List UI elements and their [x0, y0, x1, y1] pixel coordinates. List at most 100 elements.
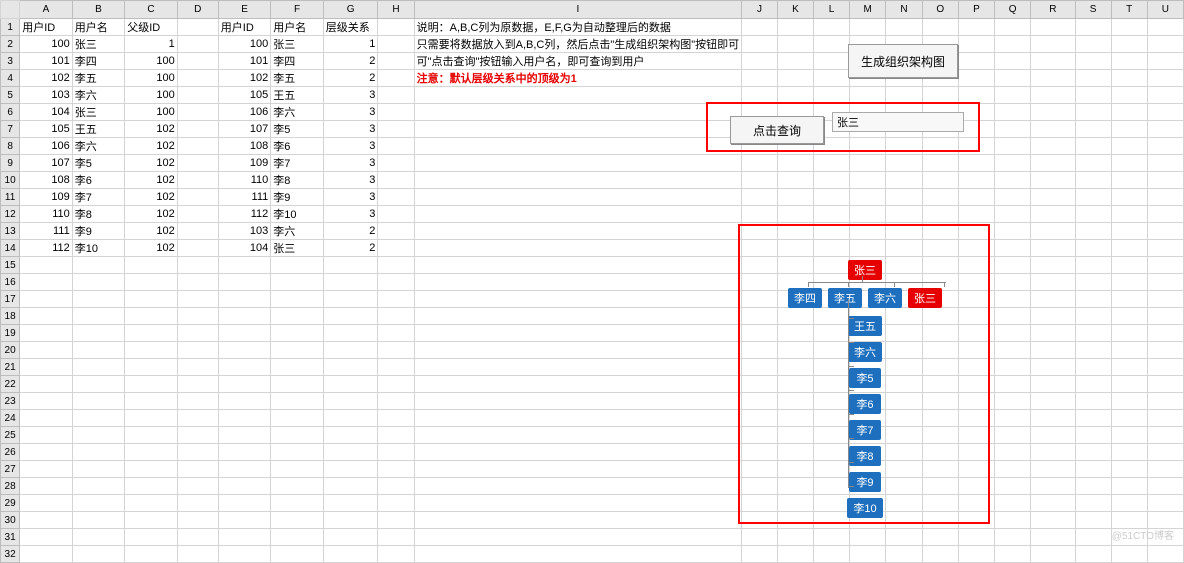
row-header-2[interactable]: 2 — [1, 36, 20, 53]
cell-T22[interactable] — [1111, 376, 1147, 393]
cell-I5[interactable] — [414, 87, 742, 104]
cell-S21[interactable] — [1075, 359, 1111, 376]
cell-I26[interactable] — [414, 444, 742, 461]
cell-J9[interactable] — [742, 155, 778, 172]
cell-S27[interactable] — [1075, 461, 1111, 478]
cell-E31[interactable] — [218, 529, 271, 546]
cell-O9[interactable] — [922, 155, 958, 172]
cell-D21[interactable] — [177, 359, 218, 376]
column-header-K[interactable]: K — [777, 1, 813, 19]
cell-N5[interactable] — [886, 87, 922, 104]
cell-P32[interactable] — [958, 546, 994, 563]
cell-D10[interactable] — [177, 172, 218, 189]
org-node-李四[interactable]: 李四 — [788, 288, 822, 308]
cell-G30[interactable] — [323, 512, 378, 529]
cell-J13[interactable] — [742, 223, 778, 240]
cell-T14[interactable] — [1111, 240, 1147, 257]
org-node-李8[interactable]: 李8 — [849, 446, 881, 466]
cell-F3[interactable]: 李四 — [271, 53, 324, 70]
cell-G10[interactable]: 3 — [323, 172, 378, 189]
cell-T6[interactable] — [1111, 104, 1147, 121]
cell-D5[interactable] — [177, 87, 218, 104]
cell-J3[interactable] — [742, 53, 778, 70]
org-node-张三[interactable]: 张三 — [908, 288, 942, 308]
cell-C11[interactable]: 102 — [125, 189, 178, 206]
cell-Q16[interactable] — [994, 274, 1030, 291]
cell-J12[interactable] — [742, 206, 778, 223]
column-header-J[interactable]: J — [742, 1, 778, 19]
cell-U9[interactable] — [1147, 155, 1183, 172]
cell-C22[interactable] — [125, 376, 178, 393]
cell-A8[interactable]: 106 — [20, 138, 73, 155]
row-header-7[interactable]: 7 — [1, 121, 20, 138]
org-node-李5[interactable]: 李5 — [849, 368, 881, 388]
cell-E5[interactable]: 105 — [218, 87, 271, 104]
cell-K12[interactable] — [777, 206, 813, 223]
cell-L5[interactable] — [814, 87, 850, 104]
cell-F14[interactable]: 张三 — [271, 240, 324, 257]
cell-F11[interactable]: 李9 — [271, 189, 324, 206]
cell-H20[interactable] — [378, 342, 414, 359]
cell-C12[interactable]: 102 — [125, 206, 178, 223]
cell-I8[interactable] — [414, 138, 742, 155]
cell-S1[interactable] — [1075, 19, 1111, 36]
cell-I11[interactable] — [414, 189, 742, 206]
cell-L12[interactable] — [814, 206, 850, 223]
cell-B31[interactable] — [72, 529, 125, 546]
cell-H2[interactable] — [378, 36, 414, 53]
cell-B13[interactable]: 李9 — [72, 223, 125, 240]
cell-P14[interactable] — [958, 240, 994, 257]
cell-B28[interactable] — [72, 478, 125, 495]
cell-C26[interactable] — [125, 444, 178, 461]
cell-F32[interactable] — [271, 546, 324, 563]
cell-Q19[interactable] — [994, 325, 1030, 342]
cell-U25[interactable] — [1147, 427, 1183, 444]
cell-H21[interactable] — [378, 359, 414, 376]
row-header-3[interactable]: 3 — [1, 53, 20, 70]
cell-H19[interactable] — [378, 325, 414, 342]
column-header-R[interactable]: R — [1031, 1, 1075, 19]
row-header-32[interactable]: 32 — [1, 546, 20, 563]
cell-G9[interactable]: 3 — [323, 155, 378, 172]
cell-A22[interactable] — [20, 376, 73, 393]
cell-A21[interactable] — [20, 359, 73, 376]
cell-B8[interactable]: 李六 — [72, 138, 125, 155]
column-header-A[interactable]: A — [20, 1, 73, 19]
cell-N11[interactable] — [886, 189, 922, 206]
cell-D1[interactable] — [177, 19, 218, 36]
cell-T26[interactable] — [1111, 444, 1147, 461]
cell-B27[interactable] — [72, 461, 125, 478]
org-node-李六[interactable]: 李六 — [868, 288, 902, 308]
cell-J14[interactable] — [742, 240, 778, 257]
cell-F2[interactable]: 张三 — [271, 36, 324, 53]
cell-I16[interactable] — [414, 274, 742, 291]
cell-M14[interactable] — [849, 240, 885, 257]
cell-B32[interactable] — [72, 546, 125, 563]
cell-U20[interactable] — [1147, 342, 1183, 359]
cell-F29[interactable] — [271, 495, 324, 512]
cell-U32[interactable] — [1147, 546, 1183, 563]
cell-J11[interactable] — [742, 189, 778, 206]
cell-Q21[interactable] — [994, 359, 1030, 376]
cell-A6[interactable]: 104 — [20, 104, 73, 121]
cell-A19[interactable] — [20, 325, 73, 342]
org-node-李9[interactable]: 李9 — [849, 472, 881, 492]
cell-C19[interactable] — [125, 325, 178, 342]
column-header-T[interactable]: T — [1111, 1, 1147, 19]
cell-I1[interactable]: 说明：A,B,C列为原数据，E,F,G为自动整理后的数据 — [414, 19, 742, 36]
cell-U2[interactable] — [1147, 36, 1183, 53]
cell-U13[interactable] — [1147, 223, 1183, 240]
cell-I32[interactable] — [414, 546, 742, 563]
cell-I22[interactable] — [414, 376, 742, 393]
column-header-P[interactable]: P — [958, 1, 994, 19]
column-header-H[interactable]: H — [378, 1, 414, 19]
cell-T5[interactable] — [1111, 87, 1147, 104]
cell-S25[interactable] — [1075, 427, 1111, 444]
cell-A12[interactable]: 110 — [20, 206, 73, 223]
cell-E25[interactable] — [218, 427, 271, 444]
cell-G25[interactable] — [323, 427, 378, 444]
cell-C8[interactable]: 102 — [125, 138, 178, 155]
cell-E8[interactable]: 108 — [218, 138, 271, 155]
cell-F23[interactable] — [271, 393, 324, 410]
cell-S2[interactable] — [1075, 36, 1111, 53]
